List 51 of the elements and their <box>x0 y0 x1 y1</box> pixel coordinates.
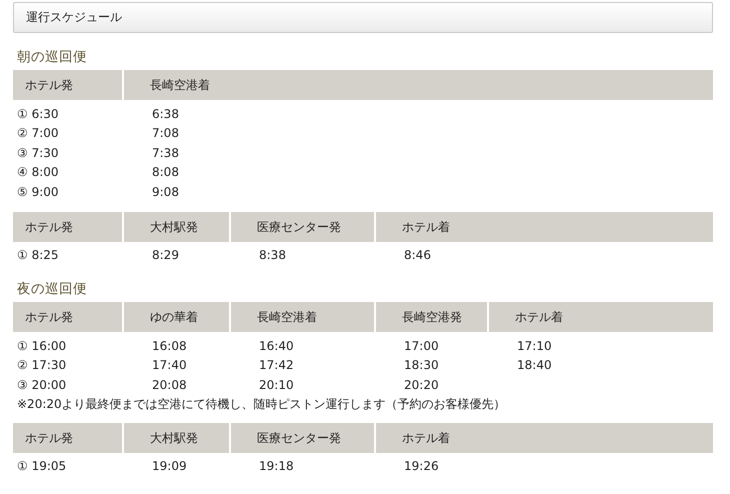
column-header: ゆの華着 <box>122 302 229 332</box>
table-cell: ① 8:25 <box>17 248 59 262</box>
table-cell: 20:10 <box>259 378 294 392</box>
column-header: ホテル発 <box>24 430 74 446</box>
column-header: 長崎空港着 <box>229 302 374 332</box>
table-cell: 8:08 <box>152 165 179 180</box>
column-header: ホテル発 <box>24 309 74 326</box>
table-cell: 17:00 <box>404 338 439 353</box>
table-cell: 18:30 <box>404 358 439 372</box>
table-cell: ④ 8:00 <box>17 165 59 180</box>
table-cell: ① 19:05 <box>17 459 66 474</box>
table-cell: ② 7:00 <box>17 126 59 140</box>
table-cell: ① 6:30 <box>17 106 59 121</box>
table-cell: 17:42 <box>259 358 294 372</box>
column-header: ホテル着 <box>487 302 713 332</box>
table-cell: 17:10 <box>517 338 552 353</box>
table-cell: 20:20 <box>404 378 439 392</box>
table-cell: 8:46 <box>404 248 431 262</box>
section-title-bar: 運行スケジュール <box>13 2 713 33</box>
column-header: 医療センター発 <box>229 212 374 242</box>
table-cell: 19:09 <box>152 459 187 474</box>
table-cell: 8:29 <box>152 248 179 262</box>
table-cell: 17:40 <box>152 358 187 372</box>
column-header: ホテル発 <box>24 77 74 94</box>
section-heading: 夜の巡回便 <box>17 280 88 298</box>
column-header: 大村駅発 <box>122 212 229 242</box>
table-cell: 8:38 <box>259 248 286 262</box>
section-heading: 朝の巡回便 <box>17 48 88 66</box>
table-cell: 18:40 <box>517 358 552 372</box>
table-cell: 7:08 <box>152 126 179 140</box>
column-header: 長崎空港発 <box>374 302 487 332</box>
table-cell: ⑤ 9:00 <box>17 184 59 199</box>
column-header: ホテル着 <box>374 422 713 452</box>
table-cell: 19:18 <box>259 459 294 474</box>
column-header: 大村駅発 <box>122 422 229 452</box>
table-cell: 6:38 <box>152 106 179 121</box>
table-cell: ③ 7:30 <box>17 146 59 160</box>
table-cell: 7:38 <box>152 146 179 160</box>
column-header: 長崎空港着 <box>122 70 713 100</box>
table-cell: ③ 20:00 <box>17 378 66 392</box>
table-cell: 20:08 <box>152 378 187 392</box>
table-cell: 16:08 <box>152 338 187 353</box>
column-header: ホテル着 <box>374 212 713 242</box>
note-text: ※20:20より最終便までは空港にて待機し、随時ピストン運行します（予約のお客様優先） <box>16 396 507 412</box>
table-cell: 16:40 <box>259 338 294 353</box>
table-cell: 9:08 <box>152 184 179 199</box>
table-cell: 19:26 <box>404 459 439 474</box>
column-header: 医療センター発 <box>229 422 374 452</box>
table-cell: ① 16:00 <box>17 338 66 353</box>
column-header: ホテル発 <box>24 218 74 236</box>
table-cell: ② 17:30 <box>17 358 66 372</box>
